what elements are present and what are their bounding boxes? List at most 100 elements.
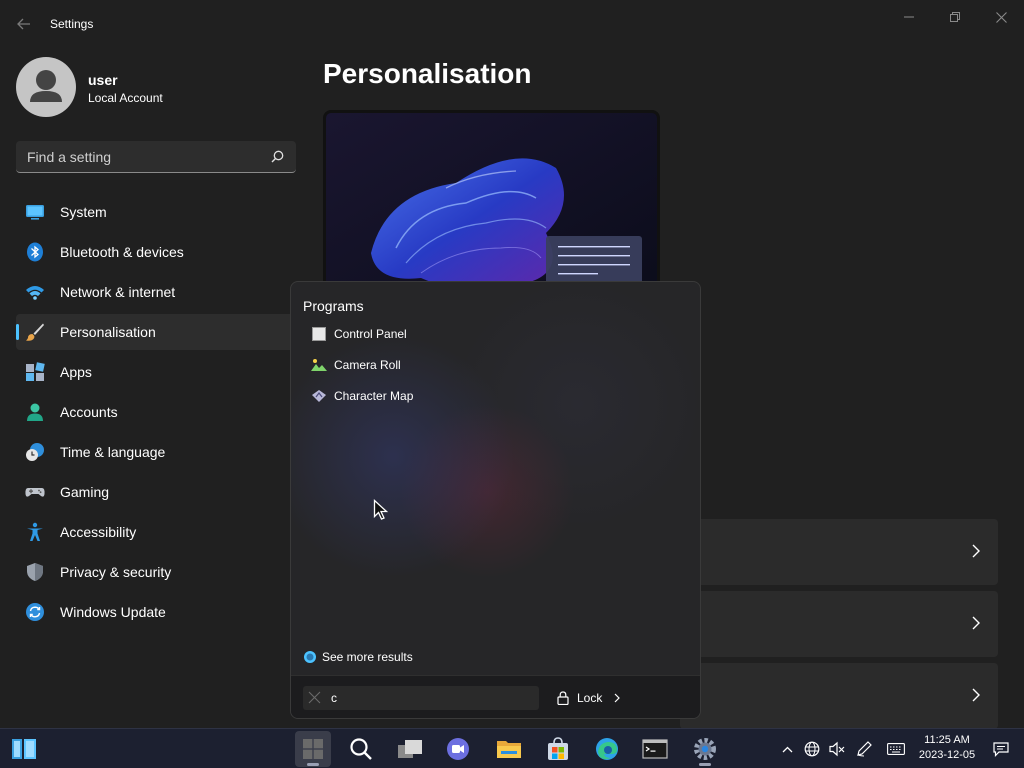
sidebar-item-bluetooth[interactable]: Bluetooth & devices xyxy=(16,234,296,270)
touch-keyboard-button[interactable] xyxy=(885,739,907,759)
sidebar-item-accessibility[interactable]: Accessibility xyxy=(16,514,296,550)
store-icon xyxy=(548,737,568,760)
chevron-right-icon xyxy=(614,693,621,703)
taskbar xyxy=(0,728,1024,768)
notifications-button[interactable] xyxy=(990,739,1012,759)
terminal-button[interactable] xyxy=(637,731,673,767)
settings-search[interactable] xyxy=(16,141,296,173)
sidebar-item-label: Personalisation xyxy=(60,324,156,340)
lock-icon xyxy=(557,691,569,705)
avatar[interactable] xyxy=(16,57,76,117)
taskbar-search-button[interactable] xyxy=(343,731,379,767)
sidebar-item-label: Gaming xyxy=(60,484,110,500)
pen-tray-button[interactable] xyxy=(853,739,875,759)
person-icon xyxy=(27,403,43,421)
sidebar-item-apps[interactable]: Apps xyxy=(16,354,296,390)
settings-search-input[interactable] xyxy=(16,141,266,172)
sidebar-item-privacy[interactable]: Privacy & security xyxy=(16,554,296,590)
start-button[interactable] xyxy=(295,731,331,767)
title-bar: Settings xyxy=(0,0,1024,48)
chevron-up-icon xyxy=(782,746,792,752)
user-avatar-icon xyxy=(30,70,62,102)
lock-button[interactable]: Lock xyxy=(557,686,621,710)
gamepad-icon xyxy=(25,488,45,497)
see-more-results[interactable]: See more results xyxy=(303,648,413,666)
store-button[interactable] xyxy=(540,731,576,767)
settings-row[interactable] xyxy=(680,519,998,585)
minimize-icon xyxy=(904,16,914,18)
task-view-icon xyxy=(398,740,422,758)
chevron-right-icon xyxy=(972,544,980,558)
window-title: Settings xyxy=(50,17,94,31)
program-label: Control Panel xyxy=(334,327,407,341)
back-button[interactable] xyxy=(10,10,38,38)
sidebar-item-label: Network & internet xyxy=(60,284,176,300)
sidebar-item-gaming[interactable]: Gaming xyxy=(16,474,296,510)
control-panel-icon xyxy=(311,326,327,342)
shield-icon xyxy=(27,563,43,581)
theme-preview xyxy=(323,110,660,310)
close-icon xyxy=(995,11,1007,23)
folder-icon xyxy=(497,741,521,758)
mouse-cursor-icon xyxy=(373,499,389,520)
start-menu-footer: Lock xyxy=(291,675,700,718)
program-label: Character Map xyxy=(334,389,414,403)
settings-app-button[interactable] xyxy=(687,731,723,767)
chevron-right-icon xyxy=(972,616,980,630)
terminal-icon xyxy=(642,739,668,759)
lock-label: Lock xyxy=(577,691,603,705)
start-search-input[interactable] xyxy=(331,686,531,710)
sidebar-item-label: Accounts xyxy=(60,404,118,420)
settings-row[interactable] xyxy=(680,663,998,729)
active-indicator xyxy=(699,763,711,766)
taskbar-clock[interactable]: 11:25 AM 2023-12-05 xyxy=(916,733,978,763)
keyboard-icon xyxy=(887,743,905,755)
page-title: Personalisation xyxy=(323,58,532,89)
sidebar-item-time-language[interactable]: Time & language xyxy=(16,434,296,470)
widgets-button[interactable] xyxy=(6,731,42,767)
chevron-right-icon xyxy=(972,688,980,702)
see-more-label: See more results xyxy=(322,650,413,664)
sidebar-item-system[interactable]: System xyxy=(16,194,296,230)
sync-icon xyxy=(26,603,44,621)
sidebar-item-personalisation[interactable]: Personalisation xyxy=(16,314,296,350)
user-name: user xyxy=(88,72,118,88)
start-search-box[interactable] xyxy=(303,686,539,710)
active-indicator xyxy=(307,763,319,766)
start-menu: Programs Control Panel Camera Roll Chara… xyxy=(290,281,701,719)
sidebar-item-windows-update[interactable]: Windows Update xyxy=(16,594,296,630)
sidebar-item-accounts[interactable]: Accounts xyxy=(16,394,296,430)
windows-logo-icon xyxy=(303,739,323,759)
chat-button[interactable] xyxy=(440,731,476,767)
search-icon[interactable] xyxy=(271,150,284,163)
task-view-button[interactable] xyxy=(392,731,428,767)
program-character-map[interactable]: Character Map xyxy=(311,385,611,407)
paintbrush-icon xyxy=(26,323,44,341)
photo-icon xyxy=(311,357,327,373)
settings-row[interactable] xyxy=(680,591,998,657)
sidebar-item-network[interactable]: Network & internet xyxy=(16,274,296,310)
clock-time: 11:25 AM xyxy=(924,734,970,746)
edge-icon xyxy=(596,738,618,760)
volume-tray-button[interactable] xyxy=(826,739,848,759)
clock-date: 2023-12-05 xyxy=(918,749,976,761)
sidebar-item-label: Windows Update xyxy=(60,604,166,620)
sidebar-item-label: Accessibility xyxy=(60,524,137,540)
minimize-button[interactable] xyxy=(886,4,932,30)
program-control-panel[interactable]: Control Panel xyxy=(311,323,611,345)
sidebar-item-label: Bluetooth & devices xyxy=(60,244,184,260)
close-button[interactable] xyxy=(978,4,1024,30)
apps-icon xyxy=(26,362,45,381)
file-explorer-button[interactable] xyxy=(491,731,527,767)
sidebar-nav: System Bluetooth & devices Network & int… xyxy=(16,194,296,634)
program-camera-roll[interactable]: Camera Roll xyxy=(311,354,611,376)
notification-icon xyxy=(993,742,1009,757)
search-icon xyxy=(304,651,316,663)
close-icon[interactable] xyxy=(308,691,321,704)
search-icon xyxy=(350,738,372,760)
programs-heading: Programs xyxy=(303,298,364,314)
network-tray-button[interactable] xyxy=(801,739,823,759)
maximize-button[interactable] xyxy=(932,4,978,30)
show-hidden-icons-button[interactable] xyxy=(776,739,798,759)
edge-button[interactable] xyxy=(589,731,625,767)
